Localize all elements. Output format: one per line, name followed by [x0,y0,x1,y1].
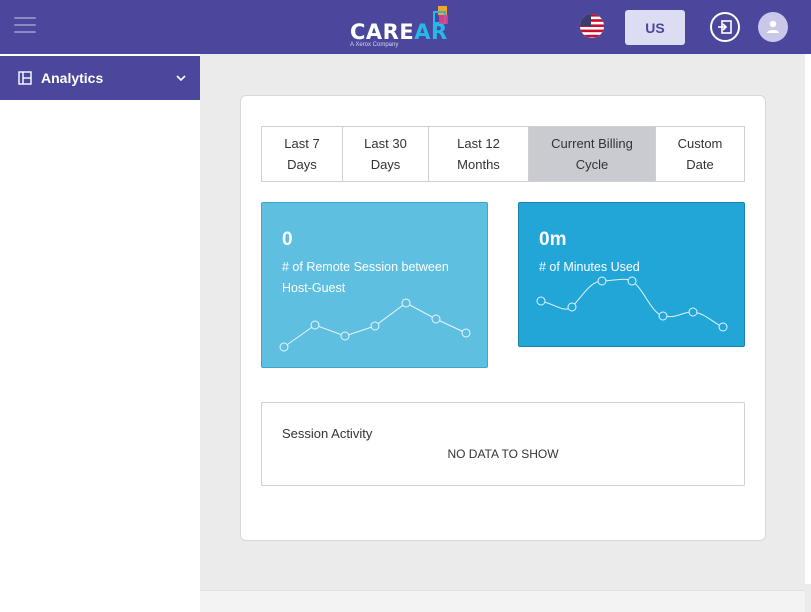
remote-sessions-stat-card: 0 # of Remote Session between Host-Guest [261,202,488,368]
tab-last-7-days[interactable]: Last 7 Days [262,127,343,181]
date-range-tabs: Last 7 Days Last 30 Days Last 12 Months Cur… [261,126,745,182]
sidebar: Analytics [0,54,200,612]
sparkline-decoration [536,276,728,332]
tab-last-12-months[interactable]: Last 12 Months [429,127,529,181]
panel-title: Session Activity [282,426,373,441]
analytics-card: Last 7 Days Last 30 Days Last 12 Months Cur… [240,95,766,541]
user-icon [767,20,779,33]
tab-current-billing-cycle[interactable]: Current Billing Cycle [529,127,656,181]
minutes-used-stat-card: 0m # of Minutes Used [518,202,745,347]
tab-last-30-days[interactable]: Last 30 Days [343,127,429,181]
logout-button[interactable] [710,12,740,42]
logout-icon [718,20,732,34]
user-avatar[interactable] [758,12,788,42]
sidebar-item-label: Analytics [41,70,104,86]
top-bar: CAREAR ™ A Xerox Company US [0,0,811,54]
scrollbar[interactable] [805,54,811,584]
sparkline-decoration [279,298,471,352]
tab-custom-date[interactable]: Custom Date [656,127,744,181]
dashboard-icon [18,71,32,85]
empty-state-message: NO DATA TO SHOW [447,447,559,461]
language-button[interactable]: US [625,10,685,45]
sidebar-item-analytics[interactable]: Analytics [0,56,200,100]
page-footer [200,590,805,612]
main-content: Last 7 Days Last 30 Days Last 12 Months Cur… [200,54,811,612]
logo-cube-icon [433,6,448,24]
us-flag-icon[interactable] [580,14,604,38]
carear-logo: CAREAR ™ A Xerox Company [350,6,460,50]
session-activity-panel: Session Activity NO DATA TO SHOW [261,402,745,486]
chevron-down-icon[interactable] [176,73,186,83]
hamburger-menu-icon[interactable] [14,17,36,35]
